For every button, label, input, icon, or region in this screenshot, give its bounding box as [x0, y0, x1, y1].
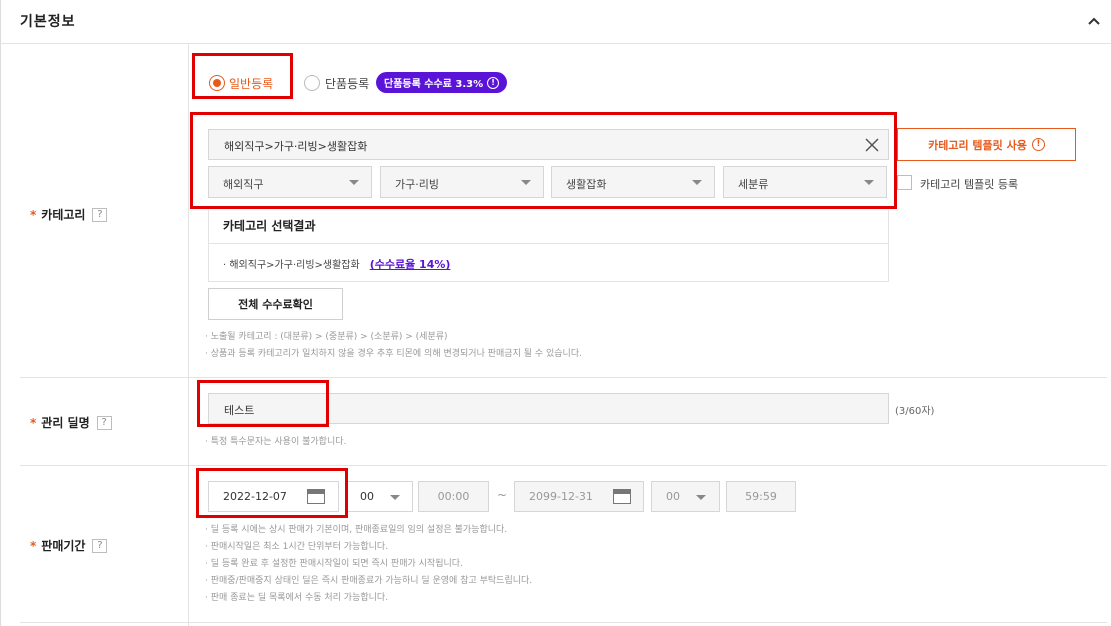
help-icon[interactable]: ?: [92, 207, 108, 222]
radio-single-label[interactable]: 단품등록: [325, 75, 369, 92]
sale-period-note-2: · 판매시작일은 최소 1시간 단위부터 가능합니다.: [205, 542, 389, 552]
calendar-icon: [613, 489, 631, 504]
required-mark: *: [30, 538, 37, 553]
row-divider: [20, 377, 1107, 378]
required-mark: *: [30, 207, 37, 222]
highlight-box-radio: [192, 53, 293, 99]
category-result-line: · 해외직구>가구·리빙>생활잡화 (수수료율 14%): [223, 256, 450, 272]
result-divider: [208, 243, 889, 244]
chevron-down-icon: [696, 495, 706, 500]
deal-name-label: * 관리 딜명?: [30, 414, 112, 431]
category-template-button[interactable]: 카테고리 템플릿 사용 !: [897, 128, 1076, 161]
chevron-up-icon[interactable]: [1084, 11, 1104, 31]
highlight-box-start-date: [196, 468, 348, 518]
start-hour-select[interactable]: 00: [347, 481, 413, 512]
info-icon: !: [1031, 138, 1045, 151]
label-column-divider: [188, 44, 189, 626]
required-mark: *: [30, 415, 37, 430]
range-separator: ~: [497, 488, 508, 502]
radio-single[interactable]: [304, 75, 320, 91]
end-time-value: 59:59: [745, 490, 777, 503]
category-note-1: · 노출될 카테고리 : (대분류) > (중분류) > (소분류) > (세분…: [205, 332, 448, 342]
sale-period-note-5: · 판매 종료는 딜 목록에서 수동 처리 가능합니다.: [205, 593, 389, 603]
row-divider: [20, 465, 1107, 466]
page-frame: [0, 0, 1111, 626]
start-time-value: 00:00: [437, 490, 470, 503]
fee-check-button[interactable]: 전체 수수료확인: [208, 288, 343, 320]
info-icon: !: [487, 76, 500, 89]
sale-period-note-4: · 판매중/판매중지 상태인 딜은 즉시 판매종료가 가능하니 딜 운영에 참고…: [205, 576, 533, 586]
deal-name-counter: (3/60자): [895, 406, 935, 417]
sale-period-note-3: · 딜 등록 완료 후 설정한 판매시작일이 되면 즉시 판매가 시작됩니다.: [205, 559, 463, 569]
category-label: * 카테고리?: [30, 206, 108, 223]
highlight-box-category: [190, 112, 897, 209]
end-hour-value: 00: [666, 490, 680, 503]
single-fee-badge-text: 단품등록 수수료 3.3%: [384, 79, 484, 90]
single-fee-badge[interactable]: 단품등록 수수료 3.3% !: [376, 72, 508, 93]
end-date-value: 2099-12-31: [529, 490, 593, 503]
template-register-label[interactable]: 카테고리 템플릿 등록: [920, 176, 1018, 192]
sale-period-note-1: · 딜 등록 시에는 상시 판매가 기본이며, 판매종료일의 임의 설정은 불가…: [205, 525, 508, 535]
highlight-box-deal-name: [197, 380, 329, 427]
template-register-checkbox[interactable]: [897, 175, 912, 190]
end-time-input: 59:59: [726, 481, 796, 512]
section-header[interactable]: [0, 0, 1111, 44]
start-hour-value: 00: [360, 490, 374, 503]
section-title: 기본정보: [20, 14, 76, 30]
category-note-2: · 상품과 등록 카테고리가 일치하지 않을 경우 추후 티몬에 의해 변경되거…: [205, 349, 582, 359]
sale-period-label-text: 판매기간: [41, 539, 86, 553]
category-result-title: 카테고리 선택결과: [223, 219, 316, 233]
help-icon[interactable]: ?: [92, 538, 108, 553]
fee-rate-link[interactable]: (수수료율 14%): [370, 256, 451, 272]
row-divider: [20, 622, 1107, 623]
start-time-input: 00:00: [418, 481, 489, 512]
end-hour-select: 00: [651, 481, 720, 512]
deal-name-note: · 특정 특수문자는 사용이 불가합니다.: [205, 437, 347, 447]
category-result-path-text: 해외직구>가구·리빙>생활잡화: [229, 260, 360, 271]
category-result-path: · 해외직구>가구·리빙>생활잡화: [223, 260, 360, 271]
chevron-down-icon: [390, 495, 400, 500]
category-template-button-label: 카테고리 템플릿 사용: [928, 138, 1027, 152]
sale-period-label: * 판매기간?: [30, 537, 108, 554]
deal-name-label-text: 관리 딜명: [41, 416, 90, 430]
help-icon[interactable]: ?: [96, 415, 112, 430]
category-label-text: 카테고리: [41, 208, 86, 222]
